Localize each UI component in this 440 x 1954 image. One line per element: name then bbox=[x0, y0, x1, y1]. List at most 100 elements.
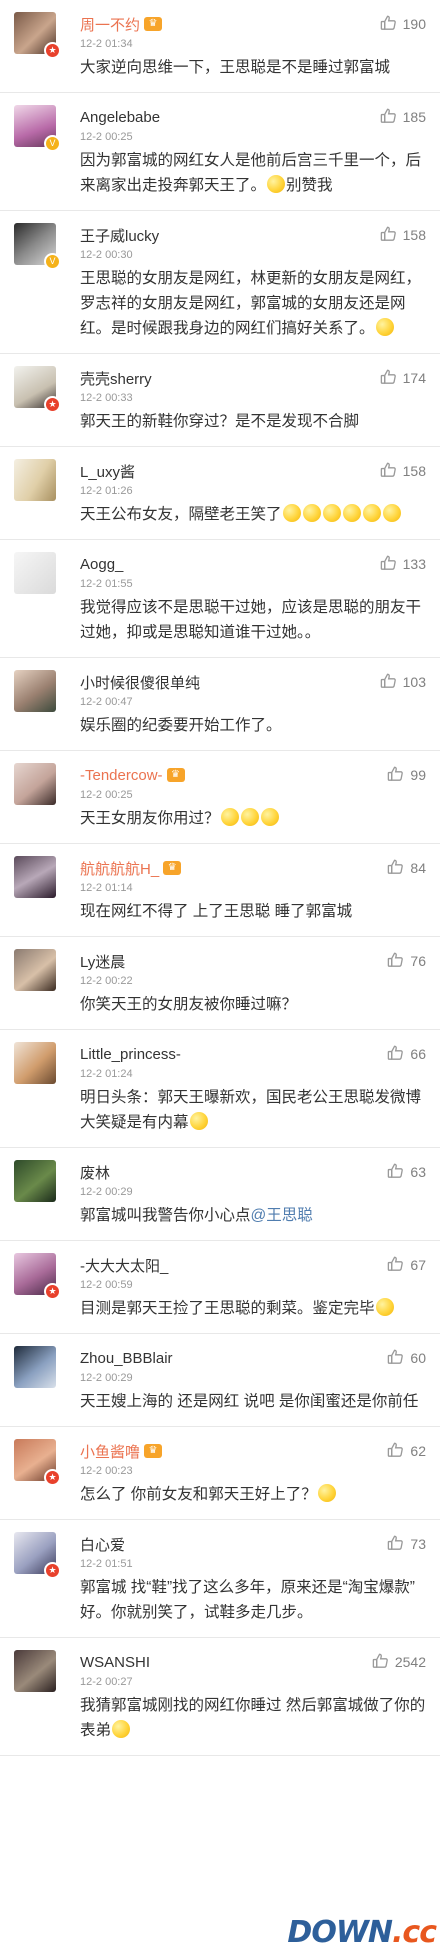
thumbs-up-icon[interactable] bbox=[386, 1161, 410, 1183]
like-count: 60 bbox=[410, 1350, 426, 1366]
like-button[interactable]: 174 bbox=[379, 368, 426, 388]
comment-text-segment: 因为郭富城的网红女人是他前后宫三千里一个，后来离家出走投奔郭天王了。 bbox=[80, 152, 422, 194]
avatar[interactable] bbox=[14, 763, 56, 805]
thumbs-up-icon[interactable] bbox=[386, 950, 410, 972]
avatar[interactable] bbox=[14, 459, 56, 501]
username-link[interactable]: -大大大太阳_ bbox=[80, 1255, 168, 1276]
avatar-wrapper[interactable] bbox=[14, 949, 56, 991]
username-link[interactable]: 小鱼酱噜 bbox=[80, 1441, 140, 1462]
like-button[interactable]: 158 bbox=[379, 461, 426, 481]
thumbs-up-icon[interactable] bbox=[386, 1347, 410, 1369]
like-button[interactable]: 76 bbox=[386, 951, 426, 971]
name-row: Ly迷晨 bbox=[80, 949, 426, 973]
thumbs-up-icon[interactable] bbox=[386, 1533, 410, 1555]
avatar[interactable] bbox=[14, 1042, 56, 1084]
comment-body: -Tendercow- ♛ 12-2 00:25 天王女朋友你用过？ bbox=[80, 763, 426, 843]
comment-text-segment: 大家逆向思维一下，王思聪是不是睡过郭富城 bbox=[80, 59, 391, 76]
avatar[interactable] bbox=[14, 949, 56, 991]
like-button[interactable]: 133 bbox=[379, 554, 426, 574]
thumbs-up-icon[interactable] bbox=[386, 1440, 410, 1462]
comment-text: 郭富城 找“鞋”找了这么多年，原来还是“淘宝爆款” 好。你就别笑了，试鞋多走几步… bbox=[80, 1572, 426, 1637]
comment-text-segment: 我觉得应该不是思聪干过她，应该是思聪的朋友干过她，抑或是思聪知道谁干过她。。 bbox=[80, 599, 422, 641]
like-button[interactable]: 63 bbox=[386, 1162, 426, 1182]
avatar[interactable] bbox=[14, 1160, 56, 1202]
name-row: Aogg_ bbox=[80, 552, 426, 576]
watermark-logo: DOWN.cc bbox=[287, 1915, 437, 1950]
like-button[interactable]: 67 bbox=[386, 1255, 426, 1275]
username-link[interactable]: L_uxy酱 bbox=[80, 461, 135, 482]
avatar-wrapper[interactable]: ★ bbox=[14, 12, 61, 59]
username-link[interactable]: 废林 bbox=[80, 1162, 110, 1183]
avatar-wrapper[interactable] bbox=[14, 856, 56, 898]
avatar-wrapper[interactable]: ★ bbox=[14, 1439, 61, 1486]
avatar-wrapper[interactable] bbox=[14, 1650, 56, 1692]
avatar[interactable] bbox=[14, 670, 56, 712]
avatar-wrapper[interactable] bbox=[14, 459, 56, 501]
avatar[interactable] bbox=[14, 1346, 56, 1388]
like-button[interactable]: 190 bbox=[379, 14, 426, 34]
verified-badge-icon: ★ bbox=[44, 42, 61, 59]
thumbs-up-icon[interactable] bbox=[386, 857, 410, 879]
comment-list: ★ 190 周一不约 ♛ 12-2 01:34 大家逆向思维一下，王思聪是不是睡过郭富城 V… bbox=[0, 0, 440, 1954]
like-button[interactable]: 66 bbox=[386, 1044, 426, 1064]
username-link[interactable]: 王子威lucky bbox=[80, 225, 159, 246]
avatar-wrapper[interactable] bbox=[14, 670, 56, 712]
username-link[interactable]: 白心爱 bbox=[80, 1534, 125, 1555]
thumbs-up-icon[interactable] bbox=[371, 1651, 395, 1673]
thumbs-up-icon[interactable] bbox=[379, 13, 403, 35]
avatar-wrapper[interactable]: V bbox=[14, 223, 61, 270]
avatar-wrapper[interactable] bbox=[14, 763, 56, 805]
like-button[interactable]: 2542 bbox=[371, 1652, 426, 1672]
like-button[interactable]: 185 bbox=[379, 107, 426, 127]
username-link[interactable]: 航航航航H_ bbox=[80, 858, 159, 879]
like-button[interactable]: 73 bbox=[386, 1534, 426, 1554]
username-link[interactable]: Angelebabe bbox=[80, 109, 160, 126]
username-link[interactable]: Little_princess- bbox=[80, 1046, 181, 1063]
comment-text-segment: 现在网红不得了 上了王思聪 睡了郭富城 bbox=[80, 903, 353, 920]
smiley-emoji-icon bbox=[240, 808, 259, 826]
timestamp: 12-2 00:22 bbox=[80, 975, 133, 987]
thumbs-up-icon[interactable] bbox=[379, 671, 403, 693]
thumbs-up-icon[interactable] bbox=[379, 460, 403, 482]
like-button[interactable]: 103 bbox=[379, 672, 426, 692]
username-link[interactable]: Aogg_ bbox=[80, 556, 123, 573]
avatar-wrapper[interactable]: ★ bbox=[14, 366, 61, 413]
avatar-wrapper[interactable] bbox=[14, 1346, 56, 1388]
like-button[interactable]: 60 bbox=[386, 1348, 426, 1368]
thumbs-up-icon[interactable] bbox=[379, 106, 403, 128]
thumbs-up-icon[interactable] bbox=[386, 764, 410, 786]
avatar[interactable] bbox=[14, 1650, 56, 1692]
timestamp: 12-2 00:25 bbox=[80, 789, 133, 801]
username-link[interactable]: Zhou_BBBlair bbox=[80, 1350, 173, 1367]
thumbs-up-icon[interactable] bbox=[386, 1254, 410, 1276]
avatar[interactable] bbox=[14, 552, 56, 594]
username-link[interactable]: 周一不约 bbox=[80, 14, 140, 35]
username-link[interactable]: 小时候很傻很单纯 bbox=[80, 672, 200, 693]
comment-text-segment: 郭天王的新鞋你穿过？是不是发现不合脚 bbox=[80, 413, 360, 430]
like-button[interactable]: 84 bbox=[386, 858, 426, 878]
thumbs-up-icon[interactable] bbox=[379, 367, 403, 389]
avatar[interactable] bbox=[14, 856, 56, 898]
thumbs-up-icon[interactable] bbox=[386, 1043, 410, 1065]
username-link[interactable]: 壳壳sherry bbox=[80, 368, 152, 389]
username-link[interactable]: -Tendercow- bbox=[80, 767, 163, 784]
comment-text-segment: 你笑天王的女朋友被你睡过嘛？ bbox=[80, 996, 298, 1013]
like-button[interactable]: 99 bbox=[386, 765, 426, 785]
avatar-wrapper[interactable] bbox=[14, 552, 56, 594]
avatar-wrapper[interactable]: V bbox=[14, 105, 61, 152]
avatar-wrapper[interactable]: ★ bbox=[14, 1532, 61, 1579]
avatar-wrapper[interactable] bbox=[14, 1042, 56, 1084]
mention-link[interactable]: @王思聪 bbox=[251, 1207, 313, 1224]
like-button[interactable]: 158 bbox=[379, 225, 426, 245]
avatar-wrapper[interactable]: ★ bbox=[14, 1253, 61, 1300]
name-row: 小时候很傻很单纯 bbox=[80, 670, 426, 694]
thumbs-up-icon[interactable] bbox=[379, 224, 403, 246]
thumbs-up-icon[interactable] bbox=[379, 553, 403, 575]
comment-item: ★ 190 周一不约 ♛ 12-2 01:34 大家逆向思维一下，王思聪是不是睡过郭富城 bbox=[0, 0, 440, 93]
username-link[interactable]: Ly迷晨 bbox=[80, 951, 125, 972]
username-link[interactable]: WSANSHI bbox=[80, 1654, 150, 1671]
comment-body: 壳壳sherry 12-2 00:33 郭天王的新鞋你穿过？是不是发现不合脚 bbox=[80, 366, 426, 446]
like-button[interactable]: 62 bbox=[386, 1441, 426, 1461]
comment-item: 84 航航航航H_ ♛ 12-2 01:14 现在网红不得了 上了王思聪 睡了郭富城 bbox=[0, 844, 440, 937]
avatar-wrapper[interactable] bbox=[14, 1160, 56, 1202]
